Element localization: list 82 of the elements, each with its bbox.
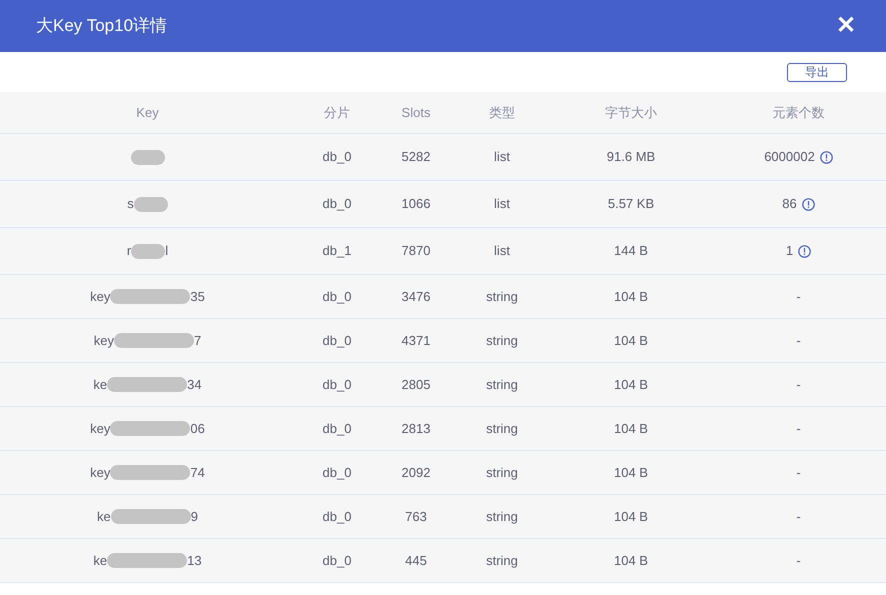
table-cell-text: db_0 (322, 376, 352, 394)
column-header: 类型 (489, 104, 515, 122)
table-cell-text: 91.6 MB (606, 148, 656, 166)
table-cell-text: string (486, 420, 518, 438)
table-cell-text: 5.57 KB (608, 195, 654, 214)
table-cell-text: 445 (405, 552, 427, 570)
table-cell-text: string (486, 288, 518, 306)
dialog-title: 大Key Top10详情 (36, 15, 168, 38)
table-cell-text: 104 B (614, 464, 648, 482)
table-cell-text: - (796, 332, 801, 350)
key-text: key (94, 332, 114, 350)
key-text: key (90, 464, 110, 482)
table-cell-text: 7870 (402, 242, 430, 260)
table-cell-text: db_0 (322, 195, 352, 214)
table-cell-text: 104 B (614, 552, 648, 570)
table-cell-text: - (796, 376, 801, 394)
redaction-blob (130, 150, 164, 164)
table-cell-text: 2092 (402, 464, 430, 482)
table-cell-text: string (486, 332, 518, 350)
table-cell-text: db_0 (322, 332, 352, 350)
key-text: 7 (194, 332, 202, 350)
column-header: 分片 (324, 104, 350, 122)
column-header: 字节大小 (605, 104, 657, 122)
table-cell-text: 104 B (614, 508, 648, 526)
table-cell-text: db_0 (322, 552, 352, 570)
table-cell-text: db_1 (322, 242, 352, 260)
key-text: 35 (190, 288, 205, 306)
table-cell-text: 5282 (402, 148, 430, 166)
key-text: ke (93, 552, 108, 570)
table-cell-text: db_0 (322, 464, 352, 482)
column-header: 元素个数 (772, 104, 824, 122)
info-icon[interactable] (798, 244, 812, 258)
redaction-blob (134, 196, 168, 212)
table-cell-text: db_0 (322, 420, 352, 438)
table-cell-text: db_0 (322, 508, 352, 526)
key-text: l (165, 242, 168, 260)
table-cell-text: 1 (786, 242, 794, 260)
table-cell-text: - (796, 508, 801, 526)
key-text: 74 (190, 464, 205, 482)
export-button[interactable]: 导出 (787, 62, 847, 82)
table-cell-text: 104 B (614, 332, 648, 350)
key-text: 9 (190, 508, 198, 526)
redaction-blob (131, 244, 166, 258)
key-text: ke (93, 376, 108, 394)
table-cell-text: list (494, 242, 510, 260)
table-cell-text: - (796, 552, 801, 570)
table-cell-text: 1066 (402, 195, 430, 214)
table-cell-text: 2805 (402, 376, 430, 394)
table-cell-text: db_0 (322, 148, 352, 166)
table-cell-text: 104 B (614, 420, 648, 438)
key-text: 06 (190, 420, 205, 438)
table-cell-text: 2813 (402, 420, 430, 438)
info-icon[interactable] (820, 150, 833, 164)
table-cell-text: 86 (782, 195, 797, 214)
table-cell-text: list (494, 148, 510, 166)
table-cell-text: string (486, 552, 518, 570)
table-cell-text: 104 B (614, 376, 648, 394)
key-text: r (126, 242, 132, 260)
table-cell-text: string (486, 508, 518, 526)
key-text: 34 (187, 376, 202, 394)
table-cell-text: 3476 (402, 288, 430, 306)
column-header: Key (136, 104, 159, 122)
key-text: s (127, 195, 134, 214)
table-cell-text: - (796, 288, 801, 306)
table-cell-text: 6000002 (764, 148, 815, 166)
table-cell-text: 4371 (402, 332, 430, 350)
table-cell-text: string (486, 464, 518, 482)
table-cell-text: 144 B (614, 242, 648, 260)
table-cell-text: string (486, 376, 518, 394)
table-cell-text: - (796, 420, 801, 438)
key-text: key (90, 420, 110, 438)
table-cell-text: db_0 (322, 288, 352, 306)
close-button[interactable]: ✕ (836, 14, 856, 38)
table-cell-text: list (494, 195, 510, 214)
key-text: ke (97, 508, 111, 526)
table-cell-text: - (796, 464, 801, 482)
table-cell-text: 104 B (614, 288, 648, 306)
table-cell-text: 763 (405, 508, 427, 526)
info-icon[interactable] (802, 198, 815, 210)
key-text: 13 (187, 552, 202, 570)
key-text: key (90, 288, 110, 306)
column-header: Slots (402, 104, 430, 122)
